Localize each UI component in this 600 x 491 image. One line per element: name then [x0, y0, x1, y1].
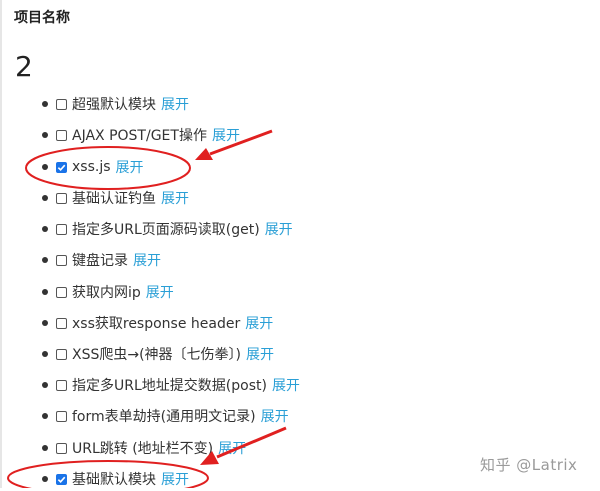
bullet-dot [42, 257, 48, 263]
expand-link[interactable]: 展开 [116, 157, 144, 177]
module-checkbox[interactable] [56, 348, 67, 360]
expand-link[interactable]: 展开 [261, 406, 289, 426]
module-label: xss获取response header [72, 316, 241, 332]
bullet-dot [42, 320, 48, 326]
expand-link[interactable]: 展开 [265, 219, 293, 239]
module-checkbox[interactable] [56, 410, 67, 422]
expand-link[interactable]: 展开 [146, 282, 174, 302]
watermark: 知乎 @Latrix [480, 456, 578, 474]
expand-link[interactable]: 展开 [133, 250, 161, 270]
module-label: 指定多URL页面源码读取(get) [72, 222, 260, 238]
module-label: 基础默认模块 [72, 472, 156, 488]
list-item: form表单劫持(通用明文记录) 展开 [42, 404, 289, 428]
module-label: xss.js [72, 159, 111, 175]
expand-link[interactable]: 展开 [218, 438, 246, 458]
module-checkbox[interactable] [56, 317, 67, 329]
module-label: 超强默认模块 [72, 97, 156, 113]
module-checkbox[interactable] [56, 192, 67, 204]
module-label: AJAX POST/GET操作 [72, 128, 207, 144]
expand-link[interactable]: 展开 [212, 125, 240, 145]
list-item: 基础认证钓鱼 展开 [42, 186, 189, 210]
module-checkbox[interactable] [56, 442, 67, 454]
module-checkbox[interactable] [56, 286, 67, 298]
expand-link[interactable]: 展开 [161, 469, 189, 489]
checkmark-icon [57, 164, 66, 171]
module-label: 基础认证钓鱼 [72, 191, 156, 207]
module-checkbox-checked[interactable] [56, 473, 67, 485]
module-checkbox-checked[interactable] [56, 161, 67, 173]
list-item: 指定多URL页面源码读取(get) 展开 [42, 217, 293, 241]
list-item: 指定多URL地址提交数据(post) 展开 [42, 373, 300, 397]
bullet-dot [42, 195, 48, 201]
module-checkbox[interactable] [56, 98, 67, 110]
bullet-dot [42, 101, 48, 107]
list-item: xss获取response header 展开 [42, 311, 273, 335]
expand-link[interactable]: 展开 [161, 94, 189, 114]
module-label: URL跳转 (地址栏不变) [72, 441, 214, 457]
expand-link[interactable]: 展开 [245, 313, 273, 333]
module-label: form表单劫持(通用明文记录) [72, 409, 256, 425]
list-item: 获取内网ip 展开 [42, 280, 174, 304]
expand-link[interactable]: 展开 [272, 375, 300, 395]
module-list: 超强默认模块 展开 AJAX POST/GET操作 展开 xss.js 展开 基… [0, 0, 600, 488]
bullet-dot [42, 351, 48, 357]
bullet-dot [42, 132, 48, 138]
list-item: 键盘记录 展开 [42, 248, 161, 272]
module-checkbox[interactable] [56, 223, 67, 235]
expand-link[interactable]: 展开 [246, 344, 274, 364]
bullet-dot [42, 476, 48, 482]
bullet-dot [42, 445, 48, 451]
module-label: 获取内网ip [72, 285, 141, 301]
list-item: XSS爬虫→(神器〔七伤拳〕) 展开 [42, 342, 274, 366]
checkmark-icon [57, 476, 66, 483]
bullet-dot [42, 289, 48, 295]
bullet-dot [42, 164, 48, 170]
list-item: xss.js 展开 [42, 155, 144, 179]
bullet-dot [42, 413, 48, 419]
module-checkbox[interactable] [56, 129, 67, 141]
list-item: AJAX POST/GET操作 展开 [42, 123, 240, 147]
list-item: 超强默认模块 展开 [42, 92, 189, 116]
bullet-dot [42, 226, 48, 232]
module-checkbox[interactable] [56, 379, 67, 391]
module-label: 键盘记录 [72, 253, 128, 269]
module-label: XSS爬虫→(神器〔七伤拳〕) [72, 347, 242, 363]
bullet-dot [42, 382, 48, 388]
expand-link[interactable]: 展开 [161, 188, 189, 208]
module-checkbox[interactable] [56, 254, 67, 266]
module-label: 指定多URL地址提交数据(post) [72, 378, 267, 394]
list-item: 基础默认模块 展开 [42, 467, 189, 491]
list-item: URL跳转 (地址栏不变) 展开 [42, 436, 246, 460]
